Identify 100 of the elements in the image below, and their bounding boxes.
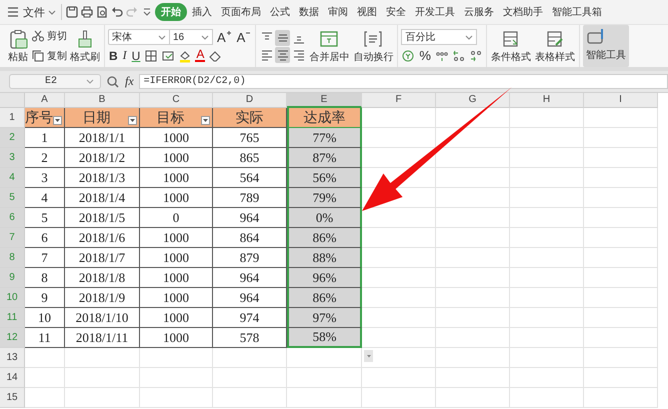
column-title: 日期 <box>82 110 110 126</box>
align-button[interactable] <box>275 46 290 62</box>
column-header[interactable]: G <box>436 93 510 108</box>
column-header[interactable]: C <box>140 93 213 108</box>
number-format-field[interactable]: 百分比 <box>401 29 478 45</box>
table-cell: 79% <box>312 190 336 206</box>
column-header[interactable]: I <box>584 93 658 108</box>
font-size-field[interactable]: 16 <box>169 29 213 45</box>
cell-style-icon[interactable] <box>161 48 176 62</box>
paste-button[interactable]: 粘贴 <box>7 28 29 64</box>
menu-tab[interactable]: 数据 <box>295 3 323 21</box>
table-cell: 974 <box>240 310 260 326</box>
row-header[interactable]: 15 <box>0 388 25 408</box>
caret-icon <box>366 354 372 358</box>
column-header[interactable]: H <box>510 93 584 108</box>
menu-tab[interactable]: 安全 <box>382 3 410 21</box>
filter-button[interactable] <box>201 116 210 125</box>
currency-icon[interactable] <box>401 48 416 62</box>
font-style-button[interactable]: B <box>108 48 119 62</box>
menu-tab[interactable]: 智能工具箱 <box>548 3 606 21</box>
filter-button[interactable] <box>53 116 62 125</box>
plus-icon <box>226 30 232 36</box>
copy-button[interactable]: 复制 <box>31 49 67 63</box>
table-cell: 2 <box>41 150 48 166</box>
table-cell: 1000 <box>163 310 189 326</box>
align-center-icon <box>276 48 290 62</box>
file-menu[interactable]: 文件 <box>4 2 58 22</box>
table-cell: 56% <box>312 170 336 186</box>
row-header[interactable]: 14 <box>0 368 25 388</box>
font-style-button[interactable]: I <box>122 48 128 63</box>
font-name-field[interactable]: 宋体 <box>108 29 170 45</box>
table-cell: 879 <box>240 250 260 266</box>
border-icon[interactable] <box>144 48 158 62</box>
autofill-options-button[interactable] <box>364 350 373 362</box>
table-cell: 88% <box>312 250 336 266</box>
menu-tab[interactable]: 页面布局 <box>217 3 265 21</box>
wrap-text-button[interactable]: 自动换行 <box>352 28 394 64</box>
column-title: 达成率 <box>302 109 346 126</box>
table-cell: 765 <box>240 130 260 146</box>
column-header[interactable]: F <box>362 93 436 108</box>
table-cell: 2018/1/6 <box>78 230 126 246</box>
table-cell: 1000 <box>163 330 189 346</box>
preview-icon[interactable] <box>95 5 109 19</box>
column-header[interactable]: E <box>287 93 362 108</box>
font-style-button[interactable]: U <box>130 48 142 62</box>
formula-field[interactable]: =IFERROR(D2/C2,0) <box>138 74 668 89</box>
minus-icon <box>245 30 252 36</box>
conditional-format-button[interactable]: 条件格式 <box>490 28 532 64</box>
percent-button[interactable]: % <box>418 48 432 63</box>
table-cell: 578 <box>240 330 260 346</box>
toolbox-button[interactable]: 智能工具 <box>582 25 629 67</box>
cell-reference-field[interactable]: E2 <box>9 74 101 89</box>
table-cell: 2018/1/4 <box>78 190 126 206</box>
row-header[interactable]: 1 <box>0 108 25 128</box>
menu-tab[interactable]: 审阅 <box>324 3 352 21</box>
table-cell: 5 <box>41 210 48 226</box>
table-cell: 2018/1/11 <box>76 330 128 346</box>
menu-tab[interactable]: 公式 <box>266 3 294 21</box>
table-cell: 11 <box>38 330 51 346</box>
table-cell: 564 <box>240 170 260 186</box>
merge-center-button[interactable]: 合并居中 <box>308 28 350 64</box>
zoom-icon[interactable] <box>106 74 120 88</box>
table-cell: 0% <box>316 210 334 226</box>
print-icon[interactable] <box>80 5 94 19</box>
table-style-button[interactable]: 表格样式 <box>534 28 576 64</box>
table-cell: 1000 <box>163 130 189 146</box>
menu-tab[interactable]: 云服务 <box>460 3 498 21</box>
table-cell: 2018/1/7 <box>78 250 126 266</box>
menu-tab[interactable]: 文档助手 <box>499 3 547 21</box>
table-cell: 1000 <box>163 230 189 246</box>
save-icon[interactable] <box>65 5 79 19</box>
table-cell: 2018/1/3 <box>78 170 126 186</box>
table-cell: 2018/1/9 <box>78 290 126 306</box>
decrease-decimal-icon[interactable] <box>468 48 483 62</box>
menu-tab[interactable]: 插入 <box>188 3 216 21</box>
cut-button[interactable]: 剪切 <box>31 29 67 43</box>
fill-color-icon[interactable] <box>178 48 192 62</box>
row-header[interactable]: 13 <box>0 348 25 368</box>
column-header[interactable]: D <box>213 93 287 108</box>
menu-tab[interactable]: 开发工具 <box>411 3 459 21</box>
table-cell: 8 <box>41 270 48 286</box>
format-painter-button[interactable]: 格式刷 <box>69 28 101 64</box>
undo-icon[interactable] <box>110 5 124 19</box>
table-cell: 1000 <box>163 190 189 206</box>
caret-icon <box>48 8 56 16</box>
column-header[interactable]: B <box>65 93 140 108</box>
shrink-font-button[interactable]: A <box>236 30 252 44</box>
table-cell: 58% <box>312 329 336 345</box>
align-button[interactable] <box>275 30 290 46</box>
column-header[interactable]: A <box>25 93 65 108</box>
font-color-button[interactable]: A <box>195 49 206 62</box>
grow-font-button[interactable]: A <box>216 30 233 44</box>
function-button[interactable]: fx <box>125 74 134 89</box>
caret-icon <box>202 118 209 123</box>
increase-decimal-icon[interactable] <box>452 48 466 62</box>
menu-tab[interactable]: 视图 <box>353 3 381 21</box>
caret-icon <box>465 34 474 40</box>
table-cell: 2018/1/10 <box>76 310 128 326</box>
table-cell: 1000 <box>163 250 189 266</box>
filter-button[interactable] <box>128 116 137 125</box>
